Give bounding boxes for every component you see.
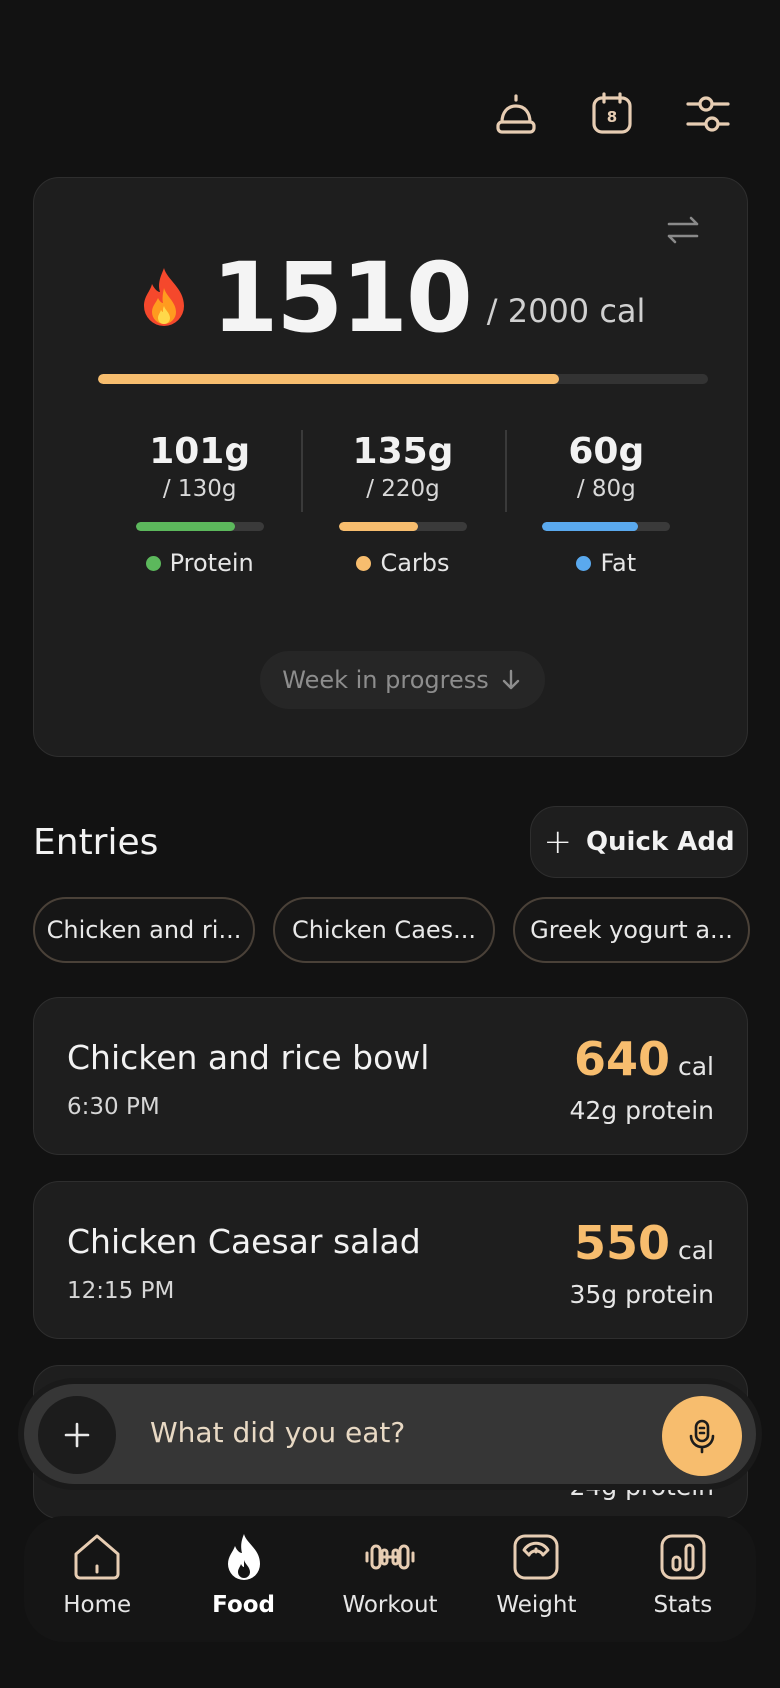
macro-value: 101g [149,431,251,472]
food-chip[interactable]: Chicken Caes... [273,897,495,963]
nav-food[interactable]: Food [170,1516,316,1642]
macro-fat: 60g / 80g Fat [504,430,708,577]
entry-calories-unit: cal [677,1236,714,1265]
entry-calories: 640 [573,1032,670,1086]
nav-label: Home [63,1592,132,1618]
sliders-icon[interactable] [682,88,734,140]
macro-goal: / 130g [162,476,237,502]
macro-progress-bar [135,522,264,531]
protein-dot-icon [145,555,161,571]
calendar-icon[interactable]: 8 [586,88,638,140]
food-input[interactable]: What did you eat? [150,1416,405,1449]
add-attachment-button[interactable] [38,1396,116,1474]
entry-name: Chicken Caesar salad [67,1222,421,1261]
nav-workout[interactable]: Workout [317,1516,463,1642]
calorie-readout: 1510 / 2000 cal [34,250,747,346]
nav-home[interactable]: Home [24,1516,170,1642]
microphone-icon [689,1419,715,1454]
fire-emoji-icon [143,268,184,326]
entry-calories-unit: cal [677,1052,714,1081]
scale-icon [513,1534,559,1580]
swap-icon[interactable] [663,210,703,250]
macro-label: Fat [600,549,637,577]
calorie-progress-bar [98,374,708,384]
carbs-dot-icon [356,555,372,571]
nav-stats[interactable]: Stats [610,1516,756,1642]
svg-text:8: 8 [607,108,617,126]
entry-name: Chicken and rice bowl [67,1038,430,1077]
entry-card[interactable]: Chicken Caesar salad 12:15 PM 550 cal 35… [33,1181,748,1339]
quick-add-label: Quick Add [585,827,735,857]
week-button-label: Week in progress [282,666,489,694]
macro-label: Protein [169,549,254,577]
week-in-progress-button[interactable]: Week in progress [260,651,545,709]
nav-label: Stats [653,1592,713,1618]
fat-dot-icon [576,555,592,571]
macro-value: 135g [352,431,454,472]
entry-time: 12:15 PM [67,1278,175,1304]
recent-foods-chips: Chicken and ri... Chicken Caes... Greek … [33,897,750,963]
food-chip[interactable]: Greek yogurt a... [513,897,750,963]
macro-goal: / 220g [366,476,440,502]
macro-protein: 101g / 130g Protein [98,430,301,577]
microphone-button[interactable] [662,1396,742,1476]
macro-progress-fill [338,522,418,531]
plus-icon: + [543,822,572,862]
entry-protein: 42g protein [569,1096,715,1125]
home-icon [74,1534,120,1580]
bar-chart-icon [660,1534,706,1580]
macros-row: 101g / 130g Protein 135g / 220g Carbs 60… [98,430,708,577]
macro-progress-fill [542,522,639,531]
bell-icon[interactable] [490,88,542,140]
food-input-bar: What did you eat? [24,1384,756,1484]
calorie-progress-fill [98,374,559,384]
calorie-summary-card: 1510 / 2000 cal 101g / 130g Protein 135g… [33,177,748,757]
macro-progress-bar [542,522,671,531]
flame-icon [227,1534,260,1580]
macro-label: Carbs [380,549,450,577]
food-chip[interactable]: Chicken and ri... [33,897,255,963]
macro-progress-bar [338,522,467,531]
entry-card[interactable]: Chicken and rice bowl 6:30 PM 640 cal 42… [33,997,748,1155]
nav-label: Weight [496,1592,577,1618]
calories-consumed: 1510 [211,242,473,354]
macro-carbs: 135g / 220g Carbs [301,430,504,577]
dumbbell-icon [365,1544,415,1570]
bottom-navigation: Home Food Workout Weight Stats [24,1516,756,1642]
nav-label: Workout [342,1592,438,1618]
arrow-down-icon [502,669,519,690]
entry-time: 6:30 PM [67,1094,160,1120]
macro-progress-fill [135,522,236,531]
entries-title: Entries [33,822,159,863]
calories-goal: / 2000 cal [486,292,646,330]
plus-icon [64,1422,90,1448]
macro-goal: / 80g [576,476,636,502]
nav-label: Food [212,1592,276,1618]
nav-weight[interactable]: Weight [463,1516,609,1642]
entry-protein: 35g protein [569,1280,715,1309]
macro-value: 60g [568,431,645,472]
quick-add-button[interactable]: + Quick Add [530,806,748,878]
entry-calories: 550 [573,1216,670,1270]
